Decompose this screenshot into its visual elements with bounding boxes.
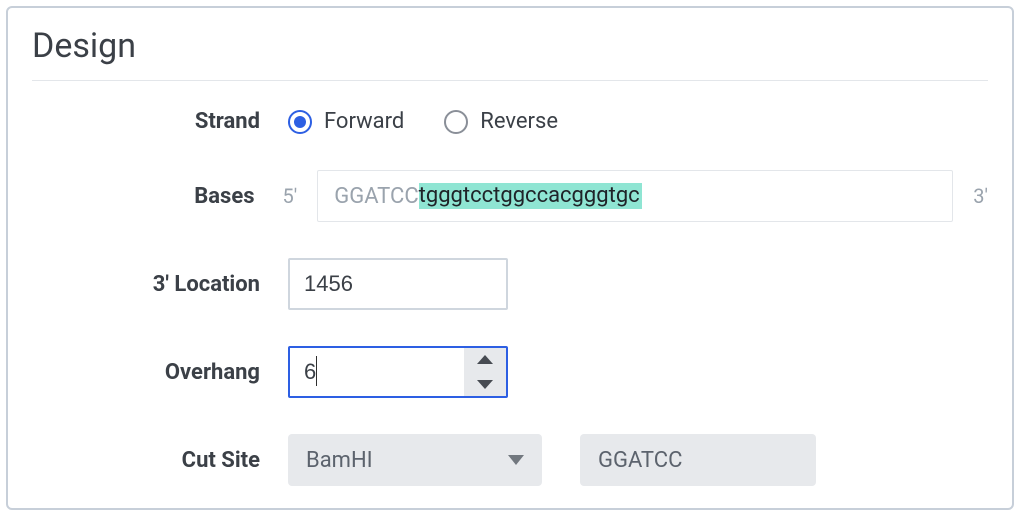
strand-radio-group: Forward Reverse	[288, 109, 558, 134]
label-strand: Strand	[32, 109, 288, 134]
overhang-stepper	[288, 346, 508, 398]
overhang-control	[288, 346, 508, 398]
step-down-button[interactable]	[464, 372, 506, 396]
label-overhang: Overhang	[32, 360, 288, 385]
bases-input[interactable]: GGATCCtgggtcctggccacgggtgc	[317, 170, 953, 222]
bases-control: 5' GGATCCtgggtcctggccacgggtgc 3'	[283, 170, 989, 222]
label-bases: Bases	[32, 184, 283, 209]
row-strand: Strand Forward Reverse	[32, 109, 988, 134]
cutsite-sequence-value: GGATCC	[598, 448, 682, 473]
location-control	[288, 258, 508, 310]
chevron-down-icon	[477, 380, 493, 389]
label-location: 3' Location	[32, 272, 288, 297]
text-caret-icon	[316, 356, 317, 386]
radio-reverse-icon	[444, 110, 468, 134]
panel-title: Design	[32, 26, 988, 66]
stepper-buttons	[464, 348, 506, 396]
cutsite-enzyme-value: BamHI	[306, 448, 373, 473]
label-cutsite: Cut Site	[32, 448, 288, 473]
radio-forward-label: Forward	[324, 109, 404, 134]
cutsite-control: BamHI GGATCC	[288, 434, 816, 486]
design-panel: Design Strand Forward Reverse Bases 5' G…	[6, 6, 1014, 510]
step-up-button[interactable]	[464, 348, 506, 372]
row-cutsite: Cut Site BamHI GGATCC	[32, 434, 988, 486]
row-overhang: Overhang	[32, 346, 988, 398]
radio-reverse-label: Reverse	[480, 109, 558, 134]
cutsite-enzyme-dropdown[interactable]: BamHI	[288, 434, 542, 486]
divider	[32, 80, 988, 81]
chevron-down-icon	[508, 455, 524, 465]
three-prime-label: 3'	[973, 184, 988, 208]
row-location: 3' Location	[32, 258, 988, 310]
radio-forward[interactable]: Forward	[288, 109, 404, 134]
five-prime-label: 5'	[283, 184, 298, 208]
bases-prefix: GGATCC	[334, 184, 418, 209]
row-bases: Bases 5' GGATCCtgggtcctggccacgggtgc 3'	[32, 170, 988, 222]
chevron-up-icon	[477, 355, 493, 364]
bases-highlight: tgggtcctggccacgggtgc	[419, 183, 642, 209]
location-input[interactable]	[288, 258, 508, 310]
cutsite-sequence: GGATCC	[580, 434, 816, 486]
radio-reverse[interactable]: Reverse	[444, 109, 558, 134]
radio-forward-icon	[288, 110, 312, 134]
